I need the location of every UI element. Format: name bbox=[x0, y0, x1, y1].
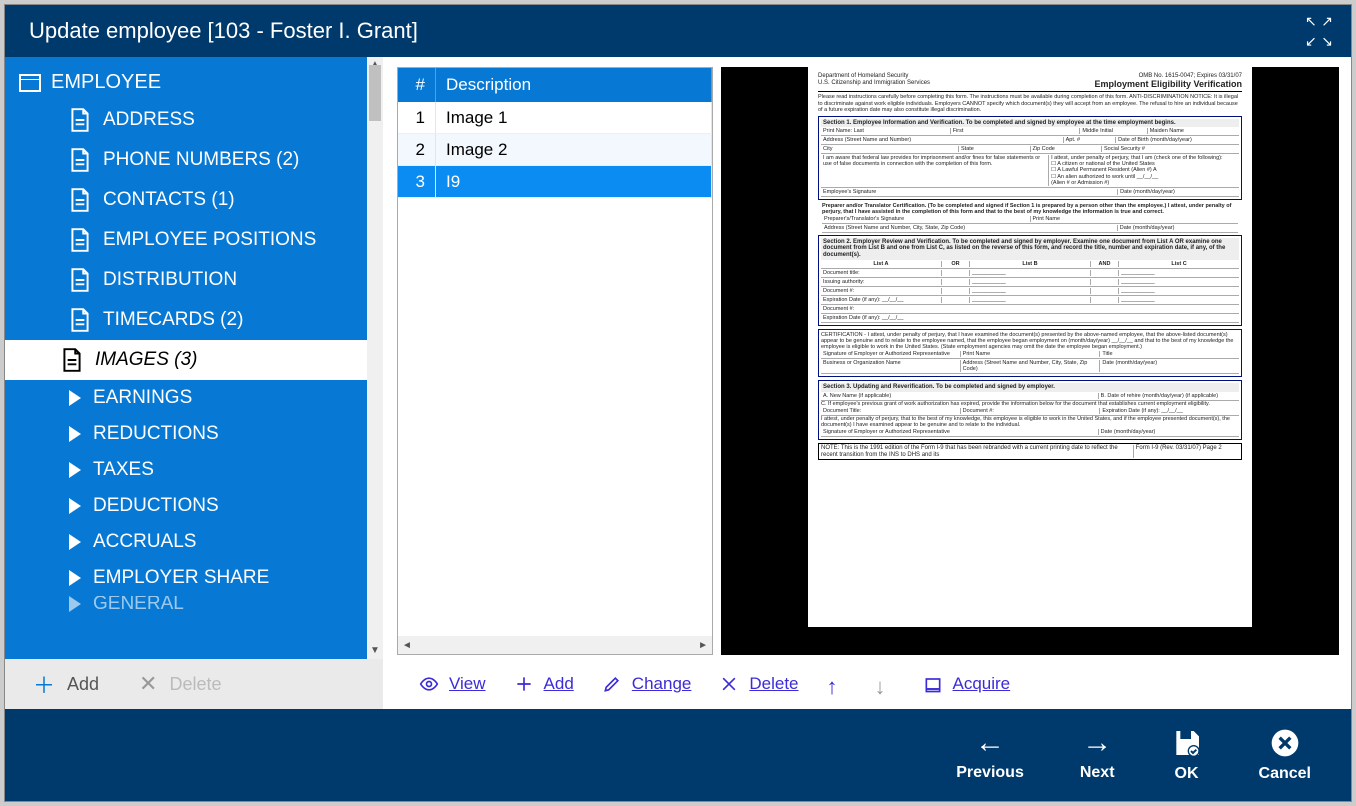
table-row[interactable]: 2Image 2 bbox=[398, 134, 712, 166]
ok-button[interactable]: OK bbox=[1171, 727, 1203, 783]
scroll-thumb[interactable] bbox=[369, 65, 381, 121]
expand-icon bbox=[69, 534, 81, 550]
document-icon bbox=[61, 347, 83, 373]
arrow-left-icon: ← bbox=[975, 728, 1005, 758]
expand-icon bbox=[69, 462, 81, 478]
i9-form-document: Department of Homeland SecurityU.S. Citi… bbox=[808, 67, 1252, 627]
acquire-button[interactable]: Acquire bbox=[923, 674, 1011, 694]
col-num[interactable]: # bbox=[398, 68, 436, 102]
image-preview: Department of Homeland SecurityU.S. Citi… bbox=[721, 67, 1339, 655]
sidebar-item-address[interactable]: ADDRESS bbox=[5, 100, 383, 140]
sidebar-item-phone-numbers-[interactable]: PHONE NUMBERS (2) bbox=[5, 140, 383, 180]
sidebar-item-earnings[interactable]: EARNINGS bbox=[5, 380, 383, 416]
sidebar-item-deductions[interactable]: DEDUCTIONS bbox=[5, 488, 383, 524]
sidebar-item-employer-share[interactable]: EMPLOYER SHARE bbox=[5, 560, 383, 596]
x-icon: ✕ bbox=[139, 671, 157, 697]
maximize-icon[interactable]: ↖↗↙↘ bbox=[1305, 17, 1333, 45]
arrow-right-icon: → bbox=[1082, 728, 1112, 758]
scroll-down-arrow-icon[interactable]: ▼ bbox=[367, 643, 383, 659]
image-toolbar: View Add Change Delete ↑ ↓ Acquire bbox=[397, 659, 1339, 709]
sidebar-item-taxes[interactable]: TAXES bbox=[5, 452, 383, 488]
document-icon bbox=[69, 267, 91, 293]
view-button[interactable]: View bbox=[419, 674, 486, 694]
sidebar: EMPLOYEE ADDRESSPHONE NUMBERS (2)CONTACT… bbox=[5, 57, 383, 709]
sidebar-root-employee[interactable]: EMPLOYEE bbox=[5, 65, 383, 100]
arrow-up-icon: ↑ bbox=[827, 674, 847, 694]
table-row[interactable]: 3I9 bbox=[398, 166, 712, 198]
bottom-bar: ←Previous →Next OK Cancel bbox=[5, 709, 1351, 801]
eye-icon bbox=[419, 674, 439, 694]
titlebar: Update employee [103 - Foster I. Grant] … bbox=[5, 5, 1351, 57]
sidebar-delete-button[interactable]: ✕ Delete bbox=[139, 671, 221, 697]
grid-header: # Description bbox=[398, 68, 712, 102]
document-icon bbox=[69, 307, 91, 333]
sidebar-footer: ＋ Add ✕ Delete bbox=[5, 659, 383, 709]
document-icon bbox=[69, 187, 91, 213]
expand-icon bbox=[69, 570, 81, 586]
sidebar-add-button[interactable]: ＋ Add bbox=[33, 668, 99, 700]
images-grid: # Description 1Image 12Image 23I9 ◄► bbox=[397, 67, 713, 655]
grid-h-scrollbar[interactable]: ◄► bbox=[398, 636, 712, 654]
expand-icon bbox=[69, 498, 81, 514]
expand-icon bbox=[69, 426, 81, 442]
previous-button[interactable]: ←Previous bbox=[956, 728, 1024, 782]
sidebar-scrollbar[interactable]: ▲ ▼ bbox=[367, 57, 383, 659]
x-icon bbox=[719, 674, 739, 694]
expand-icon bbox=[69, 596, 81, 612]
change-button[interactable]: Change bbox=[602, 674, 692, 694]
plus-icon bbox=[514, 674, 534, 694]
sidebar-item-reductions[interactable]: REDUCTIONS bbox=[5, 416, 383, 452]
sidebar-item-images-[interactable]: IMAGES (3) bbox=[5, 340, 383, 380]
cancel-icon bbox=[1269, 727, 1301, 759]
move-down-button[interactable]: ↓ bbox=[875, 674, 895, 694]
save-icon bbox=[1171, 727, 1203, 759]
move-up-button[interactable]: ↑ bbox=[827, 674, 847, 694]
sidebar-item-distribution[interactable]: DISTRIBUTION bbox=[5, 260, 383, 300]
add-button[interactable]: Add bbox=[514, 674, 574, 694]
window-title: Update employee [103 - Foster I. Grant] bbox=[29, 18, 418, 44]
col-description[interactable]: Description bbox=[436, 68, 712, 102]
document-icon bbox=[69, 147, 91, 173]
plus-icon: ＋ bbox=[33, 668, 55, 700]
next-button[interactable]: →Next bbox=[1080, 728, 1115, 782]
pencil-icon bbox=[602, 674, 622, 694]
window-icon bbox=[19, 74, 41, 92]
sidebar-item-contacts-[interactable]: CONTACTS (1) bbox=[5, 180, 383, 220]
arrow-down-icon: ↓ bbox=[875, 674, 895, 694]
expand-icon bbox=[69, 390, 81, 406]
sidebar-item-timecards-[interactable]: TIMECARDS (2) bbox=[5, 300, 383, 340]
delete-button[interactable]: Delete bbox=[719, 674, 798, 694]
sidebar-item-employee-positions[interactable]: EMPLOYEE POSITIONS bbox=[5, 220, 383, 260]
document-icon bbox=[69, 227, 91, 253]
cancel-button[interactable]: Cancel bbox=[1259, 727, 1311, 783]
scanner-icon bbox=[923, 674, 943, 694]
document-icon bbox=[69, 107, 91, 133]
table-row[interactable]: 1Image 1 bbox=[398, 102, 712, 134]
sidebar-item-general[interactable]: GENERAL bbox=[5, 596, 383, 612]
sidebar-item-accruals[interactable]: ACCRUALS bbox=[5, 524, 383, 560]
